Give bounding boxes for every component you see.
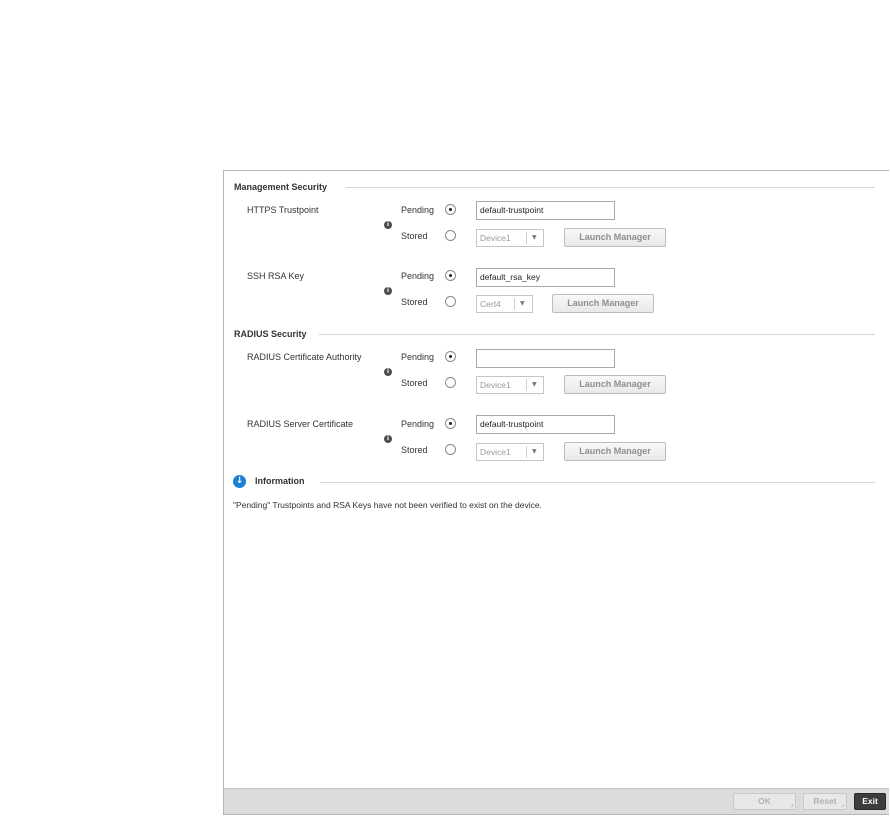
info-icon[interactable]: i xyxy=(384,287,392,295)
radius-security-title: RADIUS Security xyxy=(234,329,307,339)
section-divider xyxy=(319,334,875,335)
radius-ca-stored-radio[interactable] xyxy=(445,377,456,388)
ok-button-label: OK xyxy=(758,796,771,806)
chevron-down-icon: ▼ xyxy=(532,381,537,388)
radius-server-pending-radio[interactable] xyxy=(445,418,456,429)
https-stored-select[interactable]: Device1 ▼ xyxy=(476,229,544,247)
section-divider xyxy=(346,187,875,188)
reset-button[interactable]: Reset ⌟ xyxy=(803,793,847,810)
exit-button[interactable]: Exit xyxy=(854,793,886,810)
https-pending-radio[interactable] xyxy=(445,204,456,215)
radius-server-stored-radio[interactable] xyxy=(445,444,456,455)
ssh-launch-manager-button[interactable]: Launch Manager xyxy=(552,294,654,313)
radius-server-stored-select[interactable]: Device1 ▼ xyxy=(476,443,544,461)
radius-ca-launch-manager-button[interactable]: Launch Manager xyxy=(564,375,666,394)
information-title: Information xyxy=(255,476,305,486)
radius-server-pending-input[interactable]: default-trustpoint xyxy=(476,415,615,434)
radius-server-launch-manager-button[interactable]: Launch Manager xyxy=(564,442,666,461)
radius-ca-stored-select[interactable]: Device1 ▼ xyxy=(476,376,544,394)
https-launch-manager-button[interactable]: Launch Manager xyxy=(564,228,666,247)
https-pending-input[interactable]: default-trustpoint xyxy=(476,201,615,220)
ssh-stored-select[interactable]: Cert4 ▼ xyxy=(476,295,533,313)
radius-ca-pending-radio[interactable] xyxy=(445,351,456,362)
info-icon[interactable]: i xyxy=(384,221,392,229)
ssh-rsa-key-label: SSH RSA Key xyxy=(247,271,305,281)
info-icon[interactable]: i xyxy=(384,368,392,376)
radius-server-stored-select-value: Device1 xyxy=(480,447,511,457)
radius-server-cert-label: RADIUS Server Certificate xyxy=(247,419,354,429)
radius-ca-label: RADIUS Certificate Authority xyxy=(247,352,362,362)
expand-info-icon[interactable]: ↓ xyxy=(233,475,246,488)
radius-ca-pending-input[interactable] xyxy=(476,349,615,368)
section-divider xyxy=(320,482,875,483)
https-trustpoint-label: HTTPS Trustpoint xyxy=(247,205,319,215)
pending-label: Pending xyxy=(401,419,435,429)
stored-label: Stored xyxy=(401,297,428,307)
security-settings-panel: Management Security HTTPS Trustpoint i P… xyxy=(223,170,889,815)
information-text: "Pending" Trustpoints and RSA Keys have … xyxy=(233,500,542,510)
pending-label: Pending xyxy=(401,352,435,362)
chevron-down-icon: ▼ xyxy=(520,300,525,307)
https-stored-radio[interactable] xyxy=(445,230,456,241)
pending-label: Pending xyxy=(401,205,435,215)
ssh-stored-radio[interactable] xyxy=(445,296,456,307)
ssh-stored-select-value: Cert4 xyxy=(480,299,501,309)
chevron-down-icon: ▼ xyxy=(532,234,537,241)
dialog-footer: OK ⌟ Reset ⌟ Exit xyxy=(224,788,889,814)
https-stored-select-value: Device1 xyxy=(480,233,511,243)
pending-label: Pending xyxy=(401,271,435,281)
ssh-pending-radio[interactable] xyxy=(445,270,456,281)
ssh-pending-input[interactable]: default_rsa_key xyxy=(476,268,615,287)
stored-label: Stored xyxy=(401,231,428,241)
management-security-title: Management Security xyxy=(234,182,328,192)
reset-button-label: Reset xyxy=(813,796,837,806)
radius-ca-stored-select-value: Device1 xyxy=(480,380,511,390)
stored-label: Stored xyxy=(401,445,428,455)
ok-button[interactable]: OK ⌟ xyxy=(733,793,796,810)
chevron-down-icon: ▼ xyxy=(532,448,537,455)
stored-label: Stored xyxy=(401,378,428,388)
info-icon[interactable]: i xyxy=(384,435,392,443)
